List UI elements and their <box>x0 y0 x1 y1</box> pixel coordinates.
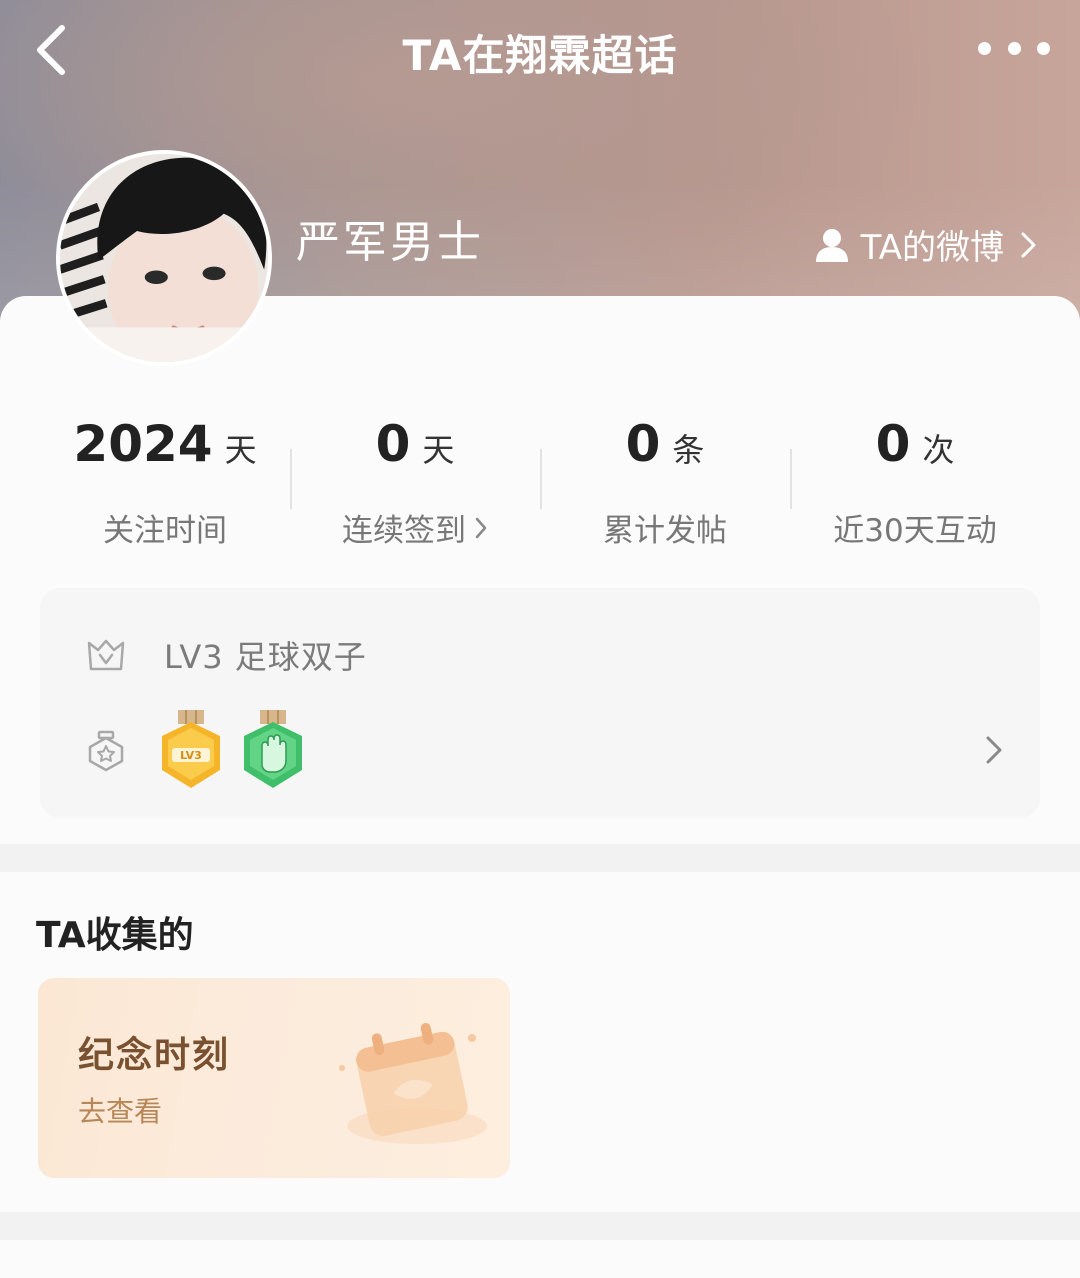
avatar[interactable] <box>56 150 272 366</box>
stat-checkin[interactable]: 0 天 连续签到 <box>290 415 540 555</box>
stat-unit: 次 <box>922 431 955 469</box>
crown-icon <box>87 639 125 671</box>
memory-moments-card[interactable]: 纪念时刻 去查看 <box>38 978 510 1178</box>
next-section <box>0 1240 1080 1278</box>
stat-value: 0 <box>375 415 411 473</box>
stat-interactions: 0 次 近30天互动 <box>790 415 1040 555</box>
lv3-medal-icon: LV3 <box>162 710 220 788</box>
more-button[interactable] <box>978 30 1050 66</box>
badge-icon <box>88 730 124 772</box>
svg-text:LV3: LV3 <box>180 749 202 762</box>
stat-value: 0 <box>625 415 661 473</box>
weibo-link-label: TA的微博 <box>860 228 1004 268</box>
back-arrow-icon <box>37 25 65 75</box>
chevron-right-icon <box>475 517 487 538</box>
level-row: LV3 足球双子 <box>84 632 367 678</box>
stat-label: 累计发帖 <box>603 513 727 549</box>
stat-unit: 天 <box>224 431 257 469</box>
chevron-right-icon <box>986 736 1002 764</box>
card-title: 纪念时刻 <box>78 1035 231 1076</box>
stat-unit: 条 <box>672 431 705 469</box>
hand-medal-icon <box>244 710 302 788</box>
username: 严军男士 <box>296 217 484 268</box>
more-dot-icon <box>978 41 991 55</box>
more-dot-icon <box>1037 41 1050 55</box>
stat-label: 近30天互动 <box>833 513 997 549</box>
stat-posts: 0 条 累计发帖 <box>540 415 790 555</box>
chevron-right-icon <box>1021 232 1036 257</box>
badge-row[interactable]: LV3 <box>84 706 1004 796</box>
weibo-link[interactable]: TA的微博 <box>813 220 1040 269</box>
stat-follow-time: 2024 天 关注时间 <box>40 415 290 555</box>
stat-label: 连续签到 <box>342 513 466 549</box>
back-button[interactable] <box>28 18 88 82</box>
stat-label: 关注时间 <box>103 513 227 549</box>
level-text: LV3 足球双子 <box>164 638 367 676</box>
person-icon <box>815 228 848 262</box>
avatar-image <box>60 154 268 362</box>
stat-value: 0 <box>875 415 911 473</box>
section-title: TA收集的 <box>36 915 194 956</box>
calendar-icon <box>339 1022 487 1144</box>
stat-unit: 天 <box>422 431 455 469</box>
more-dot-icon <box>1007 41 1021 55</box>
level-panel: LV3 足球双子 LV3 <box>40 588 1040 818</box>
stats-row: 2024 天 关注时间 0 天 连续签到 0 条 累计发帖 0 次 近30天互动 <box>40 415 1040 555</box>
card-action: 去查看 <box>78 1095 163 1128</box>
collections-section: TA收集的 纪念时刻 去查看 <box>0 872 1080 1212</box>
stat-value: 2024 <box>73 415 213 473</box>
